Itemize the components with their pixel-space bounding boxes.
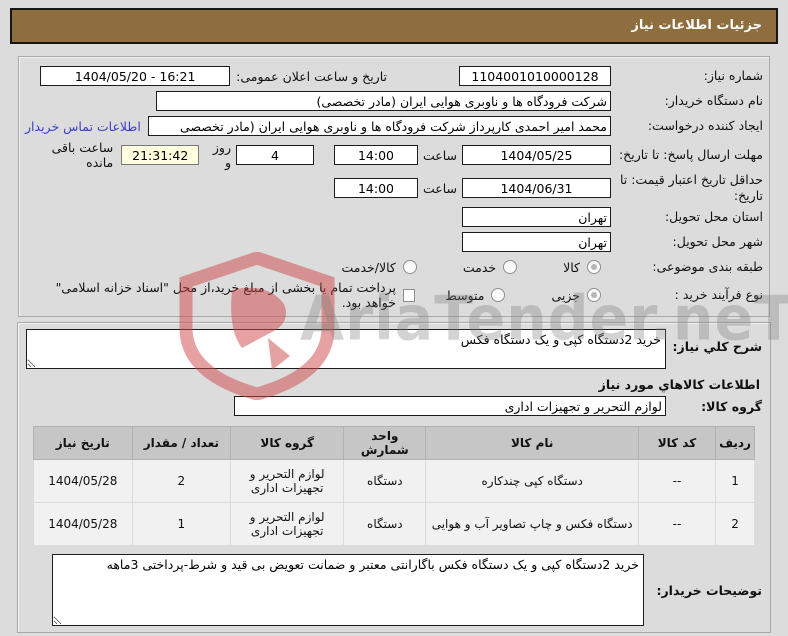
process-type-row: نوع فرآیند خرید : جزیی متوسط پرداخت تمام… [25,280,763,310]
tender-detail-page: جزئیات اطلاعات نیاز شماره نیاز: تاریخ و … [0,0,788,636]
classification-both-label: کالا/خدمت [341,259,396,275]
process-option-medium[interactable]: متوسط [445,287,506,303]
cell-name: دستگاه فکس و چاپ تصاویر آب و هوایی [425,502,639,546]
announce-label: تاریخ و ساعت اعلان عمومی: [236,68,387,84]
cell-code: -- [637,502,717,546]
price-validity-hour-label: ساعت [422,180,457,196]
goods-group-row: گروه کالا: [26,396,762,416]
process-minor-label: جزیی [551,287,580,303]
need-description-row: شرح کلي نیاز: خرید 2دستگاه کپی و یک دستگ… [26,329,762,369]
reply-deadline-row: مهلت ارسال پاسخ: تا تاریخ: ساعت روز و سا… [25,139,763,171]
col-date: تاریخ نیاز [33,426,133,460]
buyer-notes-textarea[interactable]: خرید 2دستگاه کپی و یک دستگاه فکس باگاران… [52,554,644,626]
city-input[interactable] [462,232,611,252]
classification-option-service[interactable]: خدمت [462,259,518,275]
table-row: 2 -- دستگاه فکس و چاپ تصاویر آب و هوایی … [33,502,755,546]
page-title: جزئیات اطلاعات نیاز [10,8,778,44]
reply-hour-label: ساعت [422,147,457,163]
cell-unit: دستگاه [343,502,427,546]
col-code: کد کالا [637,426,717,460]
col-row: ردیف [715,426,755,460]
buyer-org-label: نام دستگاه خریدار: [664,93,763,109]
treasury-checkbox-option[interactable]: پرداخت تمام یا بخشی از مبلغ خرید،از محل … [25,280,416,310]
cell-quantity: 1 [131,502,232,546]
remaining-timer [121,145,200,165]
treasury-checkbox-label: پرداخت تمام یا بخشی از مبلغ خرید،از محل … [55,280,396,310]
cell-row: 1 [715,459,755,503]
province-label: استان محل تحویل: [664,209,763,225]
cell-code: -- [637,459,717,503]
city-label: شهر محل تحویل: [672,234,763,250]
col-group: گروه کالا [230,426,345,460]
classification-label: طبقه بندی موضوعی: [652,259,763,275]
cell-row: 2 [715,502,755,546]
cell-group: لوازم التحریر و تجهیزات اداری [230,502,345,546]
need-number-input[interactable] [459,66,611,86]
need-info-groupbox: شماره نیاز: تاریخ و ساعت اعلان عمومی: نا… [18,56,770,317]
reply-deadline-label: مهلت ارسال پاسخ: تا تاریخ: [618,147,763,163]
need-description-textarea[interactable]: خرید 2دستگاه کپی و یک دستگاه فکس [26,329,666,369]
goods-section-header: اطلاعات کالاهاي مورد نیاز [598,377,760,392]
cell-unit: دستگاه [343,459,427,503]
goods-group-label: گروه کالا: [701,398,762,414]
cell-date: 1404/05/28 [33,459,133,503]
buyer-org-input[interactable] [156,91,611,111]
price-validity-time-input[interactable] [333,178,418,198]
classification-row: طبقه بندی موضوعی: کالا خدمت کالا/خدمت [25,255,763,279]
reply-deadline-date-input[interactable] [462,145,611,165]
radio-minor-icon[interactable] [587,288,601,302]
price-validity-row: حداقل تاریخ اعتبار قیمت: تا تاریخ: ساعت [25,172,763,204]
classification-option-goods[interactable]: کالا [563,260,601,275]
province-input[interactable] [462,207,611,227]
radio-goods-icon[interactable] [587,260,601,274]
goods-group-input[interactable] [234,396,666,416]
radio-both-icon[interactable] [402,260,417,274]
cell-date: 1404/05/28 [33,502,133,546]
radio-service-icon[interactable] [503,260,518,274]
need-number-label: شماره نیاز: [703,68,763,84]
remaining-timer-label: ساعت باقی مانده [51,140,114,170]
goods-table-header-row: ردیف کد کالا نام کالا واحد شمارش گروه کا… [33,426,755,460]
treasury-checkbox-icon[interactable] [402,288,416,302]
goods-table: ردیف کد کالا نام کالا واحد شمارش گروه کا… [33,426,755,546]
request-creator-label: ایجاد کننده درخواست: [647,118,763,134]
buyer-org-row: نام دستگاه خریدار: [25,89,763,113]
process-medium-label: متوسط [445,287,485,303]
request-creator-row: ایجاد کننده درخواست: اطلاعات تماس خریدار [25,114,763,138]
table-row: 1 -- دستگاه کپی چندکاره دستگاه لوازم الت… [33,459,755,503]
goods-table-header: ردیف کد کالا نام کالا واحد شمارش گروه کا… [33,426,755,460]
cell-quantity: 2 [131,459,232,503]
col-quantity: تعداد / مقدار [131,426,232,460]
buyer-contact-link[interactable]: اطلاعات تماس خریدار [25,119,141,134]
classification-goods-label: کالا [563,259,580,275]
radio-medium-icon[interactable] [491,288,506,302]
request-creator-input[interactable] [147,116,611,136]
city-row: شهر محل تحویل: [25,230,763,254]
process-type-label: نوع فرآیند خرید : [674,287,763,303]
price-validity-label: حداقل تاریخ اعتبار قیمت: تا تاریخ: [619,172,763,203]
classification-option-both[interactable]: کالا/خدمت [341,259,417,275]
reply-deadline-time-input[interactable] [333,145,418,165]
buyer-notes-label: توضیحات خریدار: [656,582,762,598]
col-unit: واحد شمارش [343,426,427,460]
goods-info-groupbox: شرح کلي نیاز: خرید 2دستگاه کپی و یک دستگ… [17,322,771,633]
cell-name: دستگاه کپی چندکاره [425,459,639,503]
classification-service-label: خدمت [462,259,497,275]
need-number-row: شماره نیاز: تاریخ و ساعت اعلان عمومی: [25,64,763,88]
remaining-days-label: روز و [212,140,231,170]
process-option-minor[interactable]: جزیی [551,288,601,303]
announce-datetime-input[interactable] [40,66,231,86]
buyer-notes-row: توضیحات خریدار: خرید 2دستگاه کپی و یک دس… [26,554,762,626]
price-validity-date-input[interactable] [462,178,611,198]
col-name: نام کالا [425,426,639,460]
remaining-days-input[interactable] [235,145,314,165]
cell-group: لوازم التحریر و تجهیزات اداری [230,459,345,503]
province-row: استان محل تحویل: [25,205,763,229]
need-description-label: شرح کلي نیاز: [672,339,762,354]
